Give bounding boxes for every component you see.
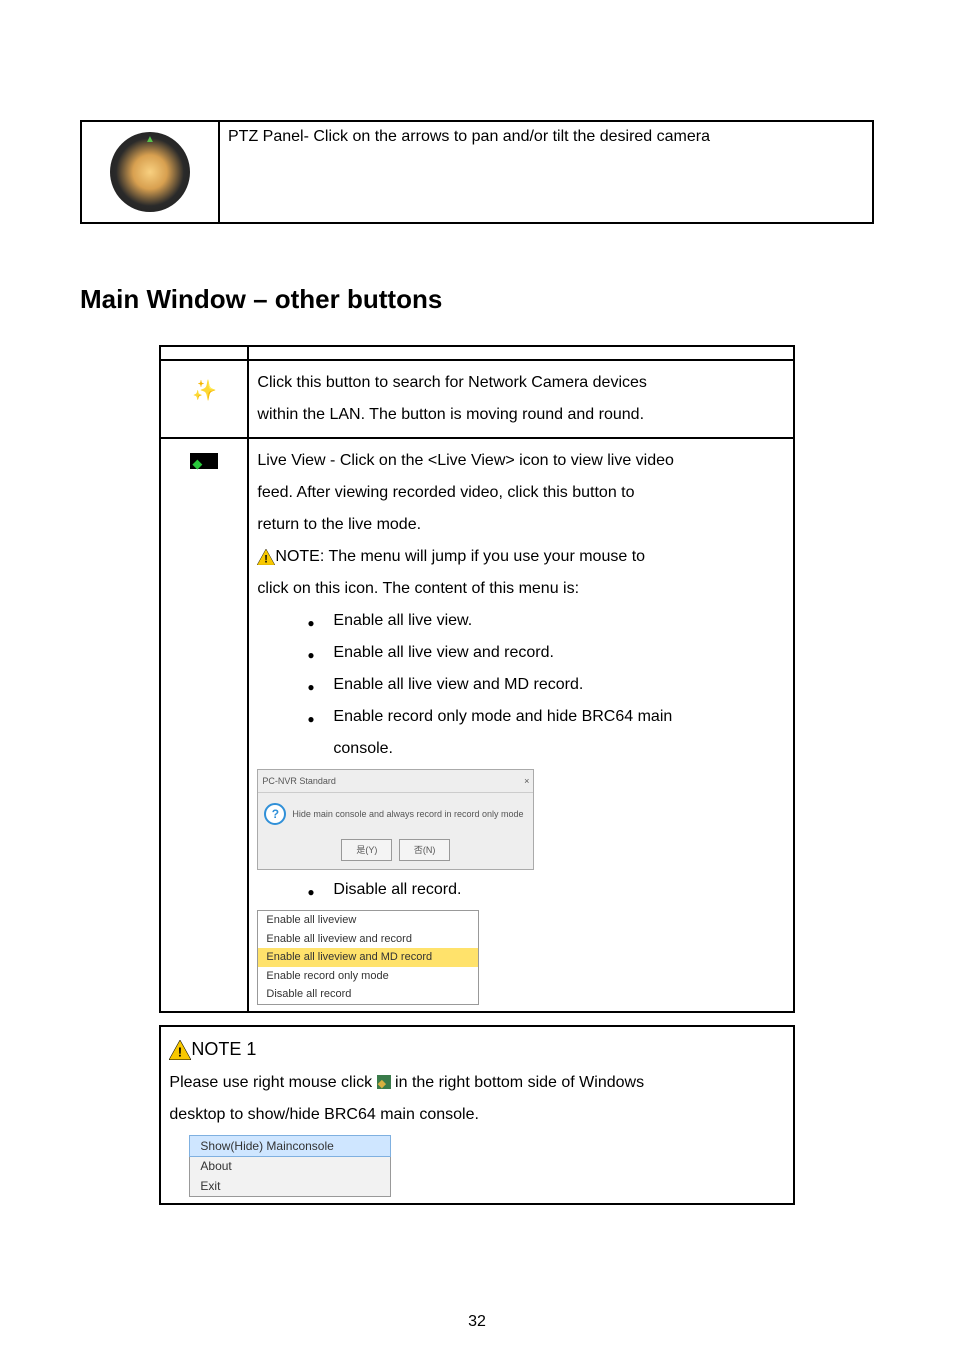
section-heading: Main Window – other buttons (80, 284, 874, 315)
dialog-screenshot: PC-NVR Standard × ? Hide main console an… (257, 769, 534, 870)
bullet-cont: console. (257, 733, 784, 765)
note-prefix: NOTE: (275, 548, 328, 565)
bullet-item: Enable all live view. (307, 605, 784, 637)
search-desc-cell: Click this button to search for Network … (248, 360, 793, 438)
bullet-list: Disable all record. (257, 874, 784, 906)
warning-icon: ! (257, 549, 275, 565)
bullet-item: Enable record only mode and hide BRC64 m… (307, 701, 784, 733)
liveview-menu-screenshot: Enable all liveview Enable all liveview … (257, 910, 479, 1005)
ptz-table: PTZ Panel- Click on the arrows to pan an… (80, 120, 874, 224)
menu-item: Enable all liveview and record (258, 930, 478, 949)
dialog-no-button: 否(N) (399, 839, 451, 861)
dialog-close-icon: × (524, 772, 529, 790)
liveview-desc-cell: Live View - Click on the <Live View> ico… (248, 438, 793, 1012)
note-text: in the right bottom side of Windows (391, 1074, 644, 1091)
ptz-desc-cell: PTZ Panel- Click on the arrows to pan an… (219, 121, 873, 223)
note-line: desktop to show/hide BRC64 main console. (169, 1099, 784, 1131)
empty-cell (160, 346, 248, 360)
empty-cell (248, 346, 793, 360)
menu-item: Exit (190, 1176, 390, 1196)
bullet-item: Enable all live view and record. (307, 637, 784, 669)
ptz-dial-icon (110, 132, 190, 212)
dialog-yes-button: 是(Y) (341, 839, 392, 861)
question-icon: ? (264, 803, 286, 825)
note-box: ! NOTE 1 Please use right mouse click in… (159, 1025, 794, 1205)
svg-text:!: ! (265, 553, 269, 565)
text-line: click on this icon. The content of this … (257, 573, 784, 605)
dialog-title: PC-NVR Standard (262, 772, 336, 790)
liveview-icon-cell (160, 438, 248, 1012)
warning-icon: ! (169, 1040, 191, 1060)
note-title-line: ! NOTE 1 (169, 1031, 784, 1067)
wand-search-icon: ✨ (192, 367, 217, 411)
text-line: Click this button to search for Network … (257, 367, 784, 399)
note-text: Please use right mouse click (169, 1074, 376, 1091)
systray-menu-screenshot: Show(Hide) Mainconsole About Exit (189, 1135, 391, 1197)
text-line: feed. After viewing recorded video, clic… (257, 477, 784, 509)
systray-app-icon (377, 1075, 391, 1089)
note-text: The menu will jump if you use your mouse… (328, 548, 645, 565)
live-view-icon (190, 453, 218, 469)
note-title-text: NOTE 1 (191, 1039, 256, 1059)
ptz-icon-cell (81, 121, 219, 223)
text-line: Live View - Click on the <Live View> ico… (257, 445, 784, 477)
text-line: return to the live mode. (257, 509, 784, 541)
menu-item-highlighted: Show(Hide) Mainconsole (189, 1135, 391, 1157)
text-line: within the LAN. The button is moving rou… (257, 399, 784, 431)
search-icon-cell: ✨ (160, 360, 248, 438)
menu-item: Disable all record (258, 985, 478, 1004)
bullet-text: Enable record only mode and hide BRC64 m… (333, 708, 672, 725)
menu-item: Enable all liveview (258, 911, 478, 930)
page-number: 32 (0, 1313, 954, 1331)
bullet-item: Disable all record. (307, 874, 784, 906)
note-line: Please use right mouse click in the righ… (169, 1067, 784, 1099)
menu-item: Enable record only mode (258, 967, 478, 986)
menu-item-highlighted: Enable all liveview and MD record (258, 948, 478, 967)
ptz-desc: PTZ Panel- Click on the arrows to pan an… (228, 128, 710, 145)
bullet-item: Enable all live view and MD record. (307, 669, 784, 701)
dialog-message: Hide main console and always record in r… (292, 805, 523, 823)
note-line: ! NOTE: The menu will jump if you use yo… (257, 541, 784, 573)
bullet-list: Enable all live view. Enable all live vi… (257, 605, 784, 733)
menu-item: About (190, 1156, 390, 1176)
main-table: ✨ Click this button to search for Networ… (159, 345, 794, 1013)
svg-text:!: ! (178, 1044, 182, 1059)
